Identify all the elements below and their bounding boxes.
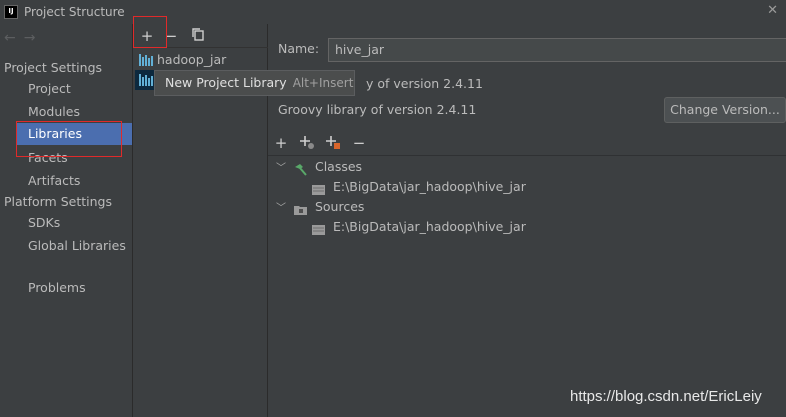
- project-settings-header: Project Settings: [4, 60, 103, 75]
- sidebar-item-sdks[interactable]: SDKs: [0, 212, 132, 234]
- sidebar-item-global-libraries[interactable]: Global Libraries: [0, 235, 132, 257]
- tree-node-classes-path[interactable]: E:\BigData\jar_hadoop\hive_jar: [312, 177, 526, 197]
- library-icon: [139, 54, 153, 66]
- close-icon[interactable]: ✕: [767, 3, 778, 18]
- add-root-specific-icon[interactable]: [298, 134, 316, 152]
- highlight-box-add: [133, 16, 167, 48]
- platform-settings-header: Platform Settings: [4, 194, 112, 209]
- version-description: y of version 2.4.11: [366, 76, 483, 91]
- intellij-logo-icon: IJ: [4, 5, 18, 19]
- chevron-down-icon[interactable]: ﹀: [276, 159, 290, 179]
- window-title: Project Structure: [24, 5, 125, 19]
- sidebar-item-project[interactable]: Project: [0, 78, 132, 100]
- add-root-button[interactable]: +: [272, 134, 290, 152]
- source-folder-icon: [293, 202, 308, 215]
- sidebar-item-modules[interactable]: Modules: [0, 101, 132, 123]
- divider: [268, 155, 786, 156]
- forward-arrow-icon[interactable]: →: [24, 30, 44, 46]
- hammer-icon: [294, 162, 308, 176]
- sources-label: Sources: [314, 199, 365, 214]
- change-version-button[interactable]: Change Version...: [664, 97, 786, 123]
- tooltip-shortcut: Alt+Insert: [292, 76, 354, 90]
- settings-sidebar: ←→ Project Settings Project Modules Libr…: [0, 24, 133, 417]
- version-description: Groovy library of version 2.4.11: [278, 102, 477, 117]
- back-arrow-icon[interactable]: ←: [4, 30, 24, 46]
- jar-folder-icon: [312, 222, 326, 235]
- sidebar-item-artifacts[interactable]: Artifacts: [0, 170, 132, 192]
- name-field[interactable]: hive_jar: [328, 38, 786, 62]
- chevron-down-icon[interactable]: ﹀: [276, 199, 290, 219]
- remove-root-button[interactable]: −: [350, 134, 368, 152]
- tree-node-classes[interactable]: ﹀ Classes: [276, 157, 362, 177]
- classes-label: Classes: [314, 159, 363, 174]
- sources-path: E:\BigData\jar_hadoop\hive_jar: [332, 219, 526, 234]
- new-library-tooltip: New Project Library Alt+Insert: [154, 70, 355, 96]
- title-bar: IJ Project Structure ✕: [0, 0, 786, 24]
- jar-folder-icon: [312, 182, 326, 195]
- nav-arrows: ←→: [4, 30, 43, 46]
- list-item[interactable]: hadoop_jar: [135, 50, 267, 70]
- copy-icon[interactable]: [189, 27, 207, 45]
- library-icon: [139, 74, 153, 86]
- sidebar-item-problems[interactable]: Problems: [0, 277, 132, 299]
- name-label: Name:: [278, 41, 320, 56]
- add-root-jar-icon[interactable]: [324, 134, 342, 152]
- watermark: https://blog.csdn.net/EricLeiy: [570, 388, 762, 405]
- highlight-box-libraries: [16, 121, 122, 157]
- classes-path: E:\BigData\jar_hadoop\hive_jar: [332, 179, 526, 194]
- tree-node-sources-path[interactable]: E:\BigData\jar_hadoop\hive_jar: [312, 217, 526, 237]
- tooltip-label: New Project Library: [165, 75, 287, 90]
- tree-node-sources[interactable]: ﹀ Sources: [276, 197, 364, 217]
- library-name: hadoop_jar: [157, 52, 227, 67]
